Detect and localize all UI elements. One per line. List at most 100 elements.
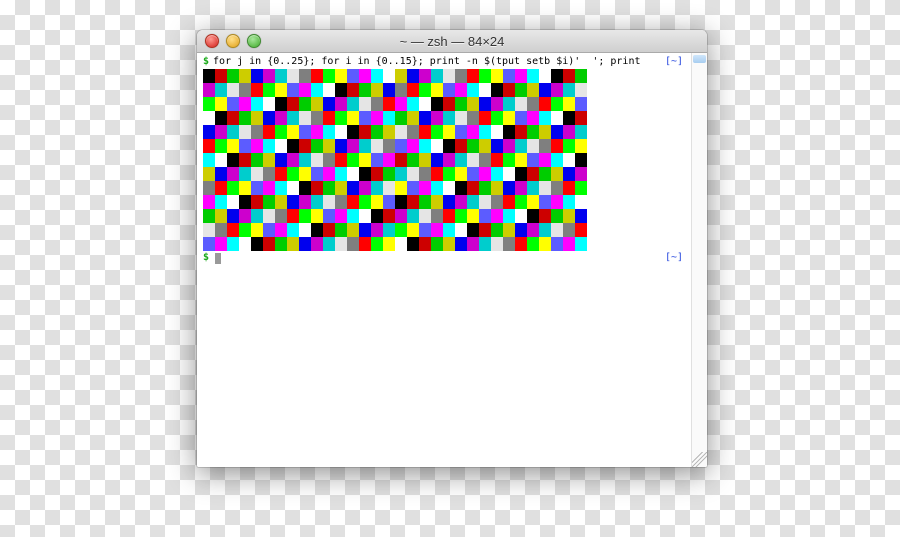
color-cell xyxy=(311,69,323,83)
color-cell xyxy=(515,69,527,83)
color-cell xyxy=(251,125,263,139)
color-cell xyxy=(527,83,539,97)
color-cell xyxy=(467,111,479,125)
resize-handle-icon[interactable] xyxy=(692,452,707,467)
color-cell xyxy=(275,223,287,237)
scrollbar-thumb[interactable] xyxy=(693,55,706,63)
scrollbar-track[interactable] xyxy=(691,53,707,467)
color-cell xyxy=(239,139,251,153)
color-cell xyxy=(299,153,311,167)
color-cell xyxy=(479,223,491,237)
color-cell xyxy=(323,153,335,167)
titlebar[interactable]: ~ — zsh — 84×24 xyxy=(197,30,707,53)
color-cell xyxy=(539,209,551,223)
color-cell xyxy=(575,111,587,125)
color-cell xyxy=(347,69,359,83)
color-cell xyxy=(263,139,275,153)
color-cell xyxy=(527,223,539,237)
color-cell xyxy=(227,69,239,83)
color-cell xyxy=(299,195,311,209)
color-cell xyxy=(479,181,491,195)
color-cell xyxy=(539,181,551,195)
color-cell xyxy=(455,139,467,153)
color-cell xyxy=(335,181,347,195)
color-cell xyxy=(263,195,275,209)
color-cell xyxy=(359,223,371,237)
minimize-icon[interactable] xyxy=(226,34,240,48)
color-cell xyxy=(347,181,359,195)
color-cell xyxy=(371,97,383,111)
color-cell xyxy=(275,111,287,125)
color-cell xyxy=(419,153,431,167)
color-cell xyxy=(431,237,443,251)
color-cell xyxy=(407,167,419,181)
color-cell xyxy=(539,237,551,251)
color-cell xyxy=(287,125,299,139)
color-cell xyxy=(479,111,491,125)
color-cell xyxy=(323,111,335,125)
color-output-grid xyxy=(203,69,685,251)
color-cell xyxy=(275,237,287,251)
color-cell xyxy=(551,153,563,167)
color-cell xyxy=(299,209,311,223)
color-cell xyxy=(215,237,227,251)
color-cell xyxy=(263,181,275,195)
color-cell xyxy=(287,209,299,223)
color-cell xyxy=(215,209,227,223)
color-cell xyxy=(431,223,443,237)
color-cell xyxy=(227,237,239,251)
color-cell xyxy=(503,125,515,139)
color-cell xyxy=(383,125,395,139)
color-cell xyxy=(515,139,527,153)
color-cell xyxy=(215,181,227,195)
color-cell xyxy=(563,153,575,167)
color-cell xyxy=(515,223,527,237)
color-cell xyxy=(335,167,347,181)
color-cell xyxy=(347,153,359,167)
color-cell xyxy=(515,111,527,125)
terminal-content[interactable]: $ for j in {0..25}; for i in {0..15}; pr… xyxy=(197,53,707,467)
color-cell xyxy=(359,111,371,125)
color-cell xyxy=(227,195,239,209)
color-cell xyxy=(491,181,503,195)
color-cell xyxy=(395,139,407,153)
color-row xyxy=(203,139,685,153)
color-cell xyxy=(503,223,515,237)
close-icon[interactable] xyxy=(205,34,219,48)
color-cell xyxy=(431,181,443,195)
color-cell xyxy=(575,125,587,139)
color-cell xyxy=(359,69,371,83)
color-cell xyxy=(371,167,383,181)
color-cell xyxy=(563,83,575,97)
color-cell xyxy=(539,83,551,97)
color-cell xyxy=(359,181,371,195)
cursor-block xyxy=(215,253,221,264)
color-cell xyxy=(551,209,563,223)
color-cell xyxy=(203,195,215,209)
color-cell xyxy=(251,195,263,209)
color-cell xyxy=(563,237,575,251)
color-cell xyxy=(467,69,479,83)
color-cell xyxy=(251,83,263,97)
color-cell xyxy=(239,167,251,181)
color-cell xyxy=(563,209,575,223)
color-cell xyxy=(515,97,527,111)
color-cell xyxy=(431,111,443,125)
color-cell xyxy=(407,69,419,83)
color-cell xyxy=(419,209,431,223)
color-cell xyxy=(575,83,587,97)
color-cell xyxy=(371,237,383,251)
color-cell xyxy=(371,195,383,209)
color-cell xyxy=(539,125,551,139)
color-cell xyxy=(563,139,575,153)
color-cell xyxy=(323,97,335,111)
zoom-icon[interactable] xyxy=(247,34,261,48)
color-cell xyxy=(215,125,227,139)
color-cell xyxy=(311,195,323,209)
color-cell xyxy=(335,223,347,237)
color-cell xyxy=(371,125,383,139)
color-cell xyxy=(503,195,515,209)
color-cell xyxy=(551,125,563,139)
color-cell xyxy=(407,237,419,251)
color-cell xyxy=(407,125,419,139)
